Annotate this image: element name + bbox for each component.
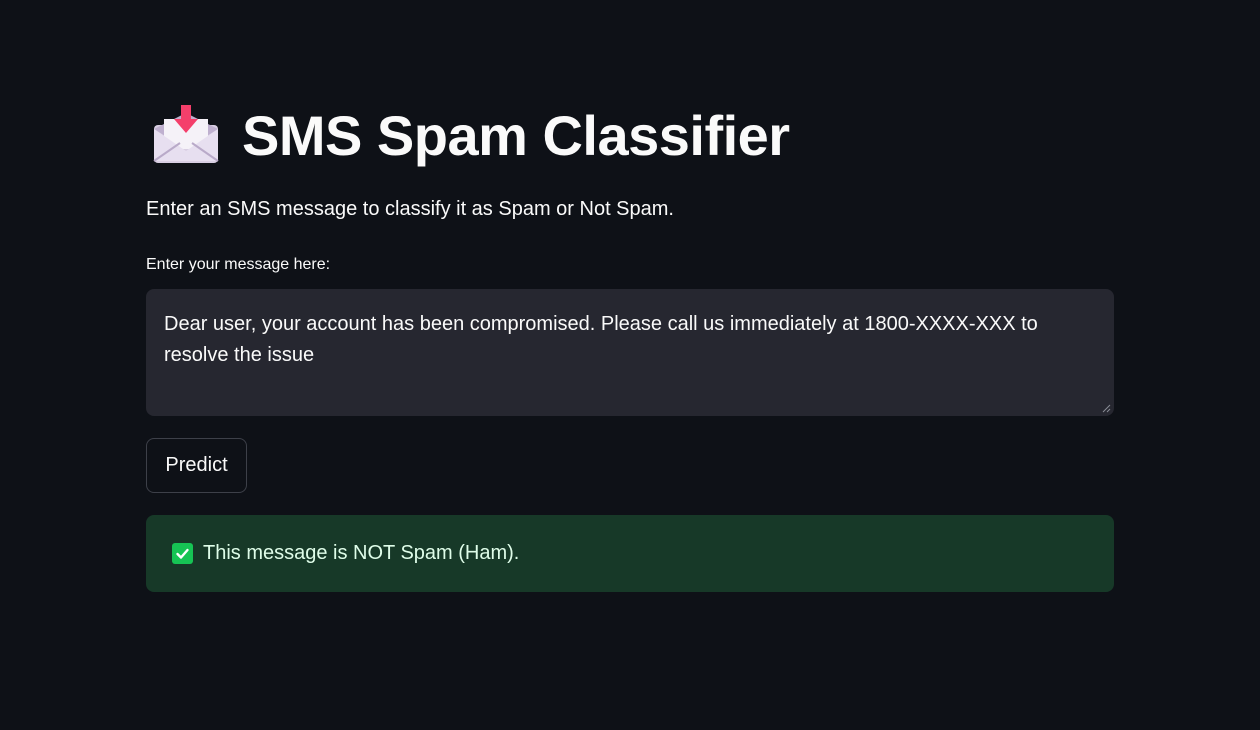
message-textarea-value[interactable]: Dear user, your account has been comprom… (164, 309, 1064, 371)
page-title: SMS Spam Classifier (242, 103, 790, 167)
message-textarea[interactable]: Dear user, your account has been comprom… (146, 289, 1114, 416)
result-text: This message is NOT Spam (Ham). (203, 542, 520, 564)
predict-button-label: Predict (165, 454, 228, 476)
predict-button[interactable]: Predict (146, 438, 247, 493)
check-mark-icon (172, 543, 193, 564)
message-input-label: Enter your message here: (146, 256, 331, 273)
title-row: SMS Spam Classifier (152, 100, 790, 170)
page-subtitle: Enter an SMS message to classify it as S… (146, 198, 674, 220)
resize-handle-icon[interactable] (1102, 404, 1111, 413)
envelope-with-arrow-icon (153, 105, 219, 163)
result-success-alert: This message is NOT Spam (Ham). (146, 515, 1114, 592)
